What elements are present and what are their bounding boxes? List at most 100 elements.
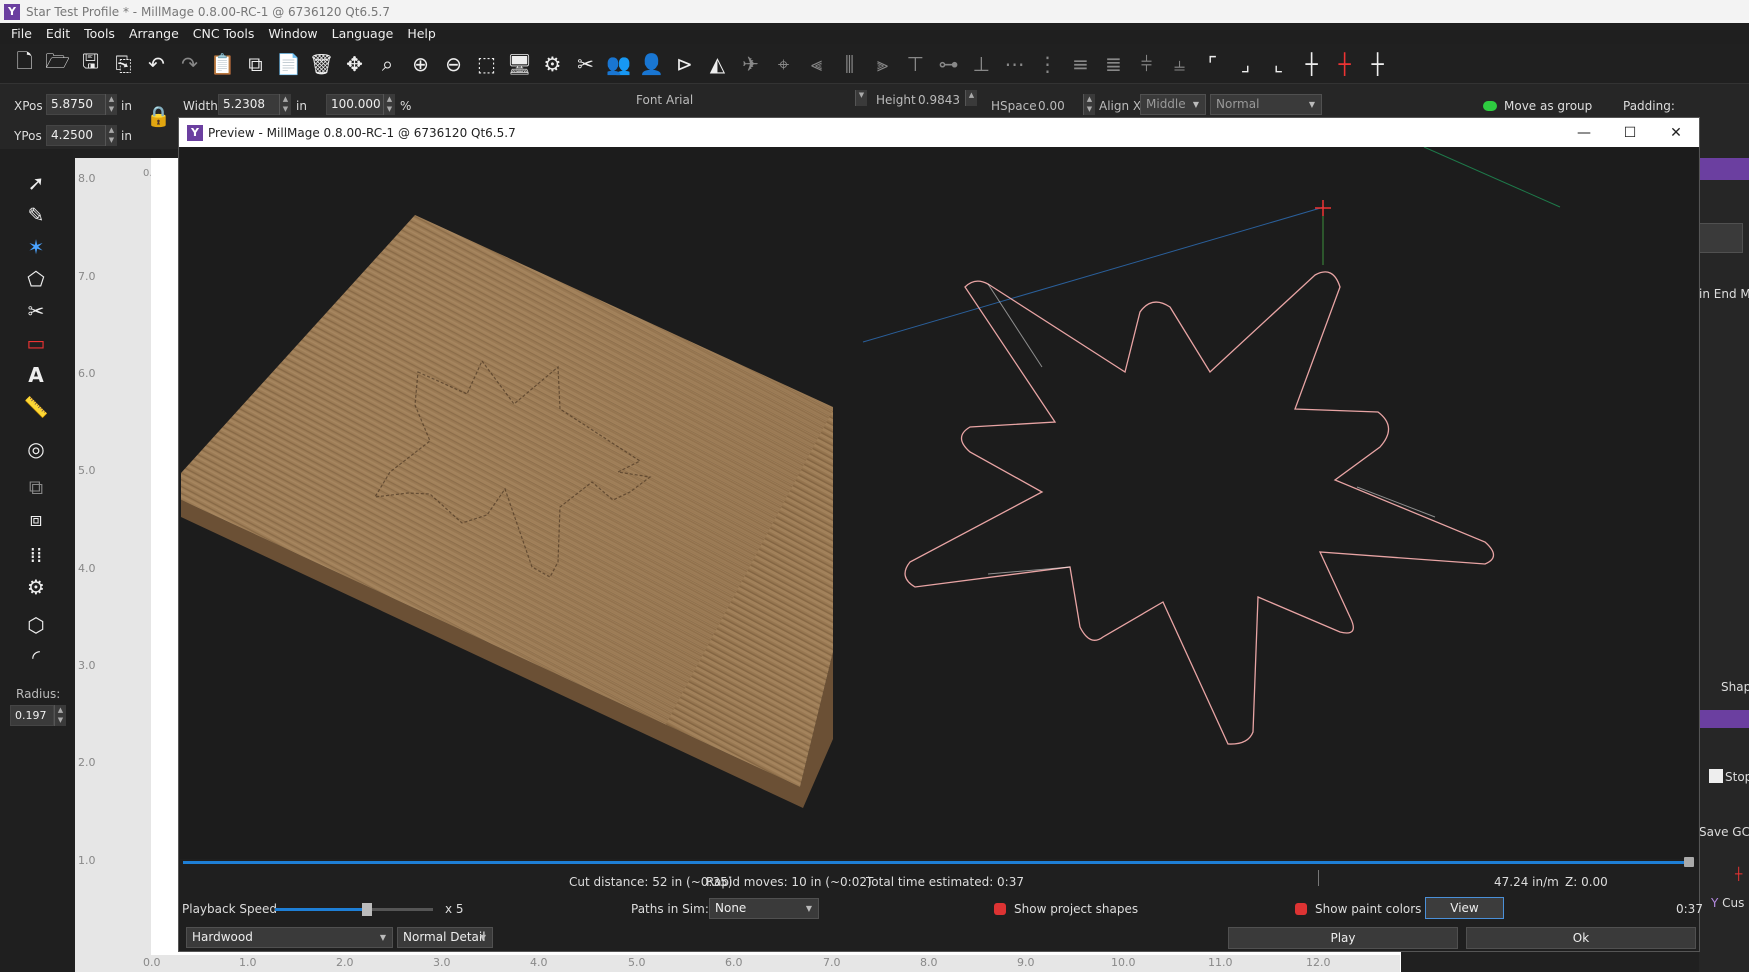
- rectangle-icon[interactable]: ▭: [22, 329, 50, 357]
- group-icon[interactable]: 👥: [604, 49, 633, 78]
- grid-array-icon[interactable]: ⁞⁞: [22, 541, 50, 569]
- height-spin-left[interactable]: ▼: [855, 90, 867, 106]
- simulation-progress-bar[interactable]: [183, 861, 1693, 864]
- scale-spinner[interactable]: ▲ ▼: [383, 94, 395, 115]
- import-icon[interactable]: ⎘: [109, 49, 138, 78]
- zoom-out-icon[interactable]: ⊖: [439, 49, 468, 78]
- show-project-shapes-toggle[interactable]: Show project shapes: [994, 902, 1138, 916]
- xpos-input[interactable]: 5.8750: [46, 94, 106, 115]
- distribute-h-icon[interactable]: ⋯: [1000, 49, 1029, 78]
- delete-icon[interactable]: 🗑: [307, 49, 336, 78]
- scale-input[interactable]: 100.000: [326, 94, 384, 115]
- hspace-value[interactable]: 0.00: [1038, 99, 1065, 113]
- monitor-icon[interactable]: 🖥: [505, 49, 534, 78]
- move-as-group-toggle[interactable]: [1483, 101, 1497, 111]
- send-icon[interactable]: ✈: [736, 49, 765, 78]
- save-icon[interactable]: 🖫: [76, 49, 105, 78]
- crosshair-icon[interactable]: ┼: [1297, 49, 1326, 78]
- xpos-spinner[interactable]: ▲ ▼: [105, 94, 117, 115]
- custom-button[interactable]: Y Cus: [1711, 896, 1744, 910]
- ungroup-icon[interactable]: 👤: [637, 49, 666, 78]
- paste-icon[interactable]: 📄: [274, 49, 303, 78]
- center-h-icon[interactable]: ⫩: [1132, 49, 1161, 78]
- menu-tools[interactable]: Tools: [84, 26, 115, 41]
- menu-edit[interactable]: Edit: [46, 26, 70, 41]
- show-paint-colors-toggle[interactable]: Show paint colors: [1295, 902, 1421, 916]
- select-arrow-icon[interactable]: ➚: [22, 169, 50, 197]
- text-tool-icon[interactable]: A: [22, 361, 50, 389]
- shape-tab-label[interactable]: Shap: [1721, 680, 1749, 694]
- redo-icon[interactable]: ↷: [175, 49, 204, 78]
- distribute-v-icon[interactable]: ⋮: [1033, 49, 1062, 78]
- tools-icon[interactable]: ✂: [571, 49, 600, 78]
- font-value[interactable]: Arial: [666, 93, 693, 107]
- origin-crosshair-icon[interactable]: ┼: [1330, 49, 1359, 78]
- simulation-progress-handle[interactable]: [1684, 857, 1694, 867]
- offset-icon[interactable]: ◎: [22, 435, 50, 463]
- close-icon[interactable]: ✕: [1653, 118, 1699, 147]
- menu-cnc-tools[interactable]: CNC Tools: [193, 26, 255, 41]
- align-center-icon[interactable]: ⫼: [835, 49, 864, 78]
- center-v-icon[interactable]: ⫨: [1165, 49, 1194, 78]
- crosshair-alt-icon[interactable]: ┼: [1363, 49, 1392, 78]
- lock-ratio-icon[interactable]: 🔒: [146, 104, 174, 134]
- play-button[interactable]: Play: [1228, 927, 1458, 949]
- copy-icon[interactable]: ⧉: [241, 49, 270, 78]
- height-value[interactable]: 0.9843: [918, 93, 960, 107]
- measure-ruler-icon[interactable]: 📏: [22, 393, 50, 421]
- space-v-icon[interactable]: ≣: [1099, 49, 1128, 78]
- menu-file[interactable]: File: [11, 26, 32, 41]
- playback-speed-handle[interactable]: [361, 903, 372, 916]
- material-select[interactable]: Hardwood ▼: [186, 927, 393, 948]
- corner-tl-icon[interactable]: ⌜: [1198, 49, 1227, 78]
- menu-help[interactable]: Help: [407, 26, 436, 41]
- view-button[interactable]: View: [1425, 897, 1504, 919]
- save-gcode-button[interactable]: Save GCod: [1699, 825, 1749, 839]
- radius-input[interactable]: 0.197: [10, 705, 54, 726]
- ypos-input[interactable]: 4.2500: [46, 125, 106, 146]
- menu-window[interactable]: Window: [268, 26, 317, 41]
- radius-spinner[interactable]: ▲ ▼: [54, 705, 66, 726]
- text-style-select[interactable]: Normal ▼: [1210, 94, 1322, 115]
- corner-br-icon[interactable]: ⌟: [1231, 49, 1260, 78]
- space-h-icon[interactable]: ≡: [1066, 49, 1095, 78]
- undo-icon[interactable]: ↶: [142, 49, 171, 78]
- width-spinner[interactable]: ▲ ▼: [279, 94, 291, 115]
- menu-arrange[interactable]: Arrange: [129, 26, 179, 41]
- clipboard-icon[interactable]: 📋: [208, 49, 237, 78]
- align-right-icon[interactable]: ⫸: [868, 49, 897, 78]
- circular-array-icon[interactable]: ⚙: [22, 573, 50, 601]
- target-icon[interactable]: ⌖: [769, 49, 798, 78]
- simulation-viewport[interactable]: [180, 147, 1698, 859]
- width-input[interactable]: 5.2308: [218, 94, 280, 115]
- rotate-shape-icon[interactable]: ⬡: [22, 611, 50, 639]
- zoom-pan-icon[interactable]: ⌕: [373, 49, 402, 78]
- frame-selection-icon[interactable]: ⬚: [472, 49, 501, 78]
- hspace-spinner[interactable]: ▲ ▼: [1083, 94, 1095, 115]
- align-middle-icon[interactable]: ⊶: [934, 49, 963, 78]
- align-left-icon[interactable]: ⫷: [802, 49, 831, 78]
- ok-button[interactable]: Ok: [1466, 927, 1696, 949]
- flip-icon[interactable]: ⊳: [670, 49, 699, 78]
- star-shape-icon[interactable]: ✶: [22, 233, 50, 261]
- corner-bl-icon[interactable]: ⌞: [1264, 49, 1293, 78]
- maximize-icon[interactable]: ☐: [1607, 118, 1653, 147]
- paths-in-sim-select[interactable]: None ▼: [709, 898, 819, 919]
- stop-checkbox[interactable]: [1709, 769, 1723, 783]
- weld-icon[interactable]: ⧈: [22, 505, 50, 533]
- new-file-icon[interactable]: 🗋: [10, 49, 39, 78]
- zoom-in-icon[interactable]: ⊕: [406, 49, 435, 78]
- mirror-icon[interactable]: ◭: [703, 49, 732, 78]
- align-bottom-icon[interactable]: ⊥: [967, 49, 996, 78]
- scissors-icon[interactable]: ✂: [22, 297, 50, 325]
- align-top-icon[interactable]: ⊤: [901, 49, 930, 78]
- corner-fillet-icon[interactable]: ◜: [22, 643, 50, 671]
- ypos-spinner[interactable]: ▲ ▼: [105, 125, 117, 146]
- polygon-icon[interactable]: ⬠: [22, 265, 50, 293]
- alignx-select[interactable]: Middle ▼: [1140, 94, 1206, 115]
- open-folder-icon[interactable]: 🗁: [43, 49, 72, 78]
- minimize-icon[interactable]: —: [1561, 118, 1607, 147]
- detail-select[interactable]: Normal Detail ▼: [397, 927, 493, 948]
- settings-gear-icon[interactable]: ⚙: [538, 49, 567, 78]
- menu-language[interactable]: Language: [332, 26, 394, 41]
